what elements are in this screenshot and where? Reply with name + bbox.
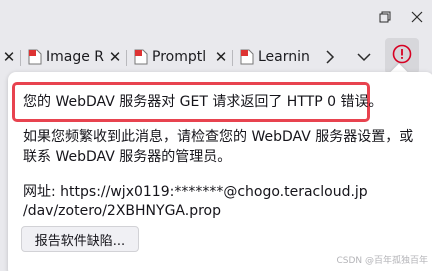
tab-label: Promptl	[152, 49, 207, 65]
tab-separator	[20, 50, 21, 66]
tab-separator	[232, 50, 233, 66]
tab-label: Learning	[258, 49, 310, 65]
restore-icon[interactable]	[376, 8, 394, 26]
document-icon	[240, 49, 254, 65]
tab-bar: ✕ Image R ✕ Promptl ✕ Learnin	[0, 38, 432, 76]
close-icon[interactable]: ✕	[108, 48, 122, 66]
watermark: CSDN @百年孤独百年	[336, 256, 428, 266]
chevron-down-icon[interactable]	[350, 45, 378, 69]
report-bug-button[interactable]: 报告软件缺陷...	[21, 226, 139, 252]
chevron-right-icon[interactable]	[316, 45, 344, 69]
tab-partial[interactable]: ✕	[2, 46, 16, 68]
advice-text-line1: 如果您频繁收到此消息，请检查您的 WebDAV 服务器设置，或	[23, 129, 414, 145]
error-headline: 您的 WebDAV 服务器对 GET 请求返回了 HTTP 0 错误。	[23, 94, 383, 110]
tab-separator	[126, 50, 127, 66]
tab-label: Image R	[46, 49, 104, 65]
tab-learning[interactable]: Learning	[240, 46, 310, 68]
tab-prompt[interactable]: Promptl ✕	[134, 46, 232, 68]
document-icon	[28, 49, 42, 65]
url-text-line2: /dav/zotero/2XBHNYGA.prop	[23, 203, 222, 219]
close-icon[interactable]: ✕	[214, 48, 228, 66]
close-icon[interactable]: ✕	[2, 48, 16, 66]
title-bar	[0, 0, 432, 36]
advice-text-line2: 联系 WebDAV 服务器的管理员。	[23, 149, 232, 165]
warning-icon	[392, 44, 412, 68]
close-icon[interactable]	[408, 8, 426, 26]
tab-image[interactable]: Image R ✕	[28, 46, 126, 68]
document-icon	[134, 49, 148, 65]
url-text-line1: 网址: https://wjx0119:*******@chogo.teracl…	[23, 184, 368, 200]
